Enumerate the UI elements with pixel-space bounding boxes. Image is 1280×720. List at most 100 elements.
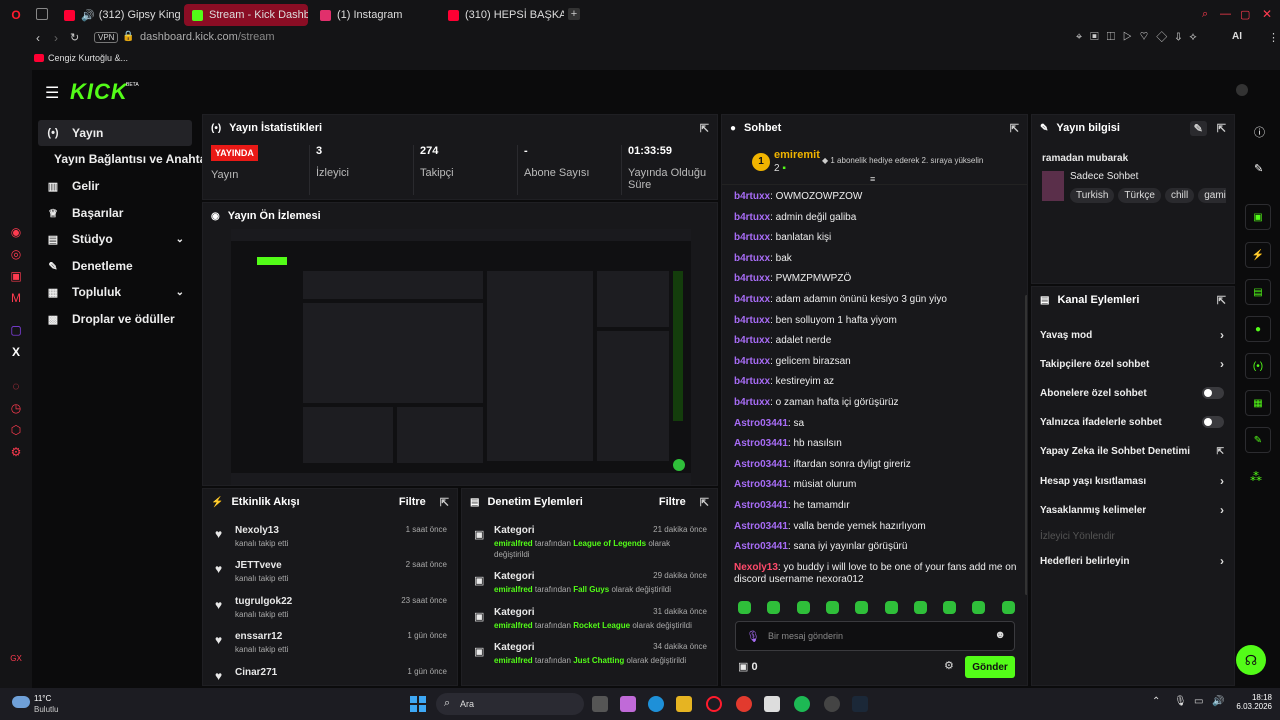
tag[interactable]: Turkish: [1070, 188, 1115, 203]
emote-icon[interactable]: [943, 601, 957, 614]
sidebar-app-icon[interactable]: ◉: [8, 224, 24, 240]
chat-username[interactable]: b4rtuxx: [734, 397, 770, 408]
sidebar-app-icon[interactable]: ⬡: [8, 422, 24, 438]
network-icon[interactable]: ▭: [1194, 696, 1203, 707]
tray-chevron-icon[interactable]: ⌃: [1152, 696, 1160, 707]
emote-icon[interactable]: [767, 601, 781, 614]
url-field[interactable]: dashboard.kick.com/stream: [140, 31, 275, 43]
popout-icon[interactable]: ⇱: [1217, 122, 1226, 135]
sidebar-app-icon[interactable]: ◎: [8, 246, 24, 262]
rail-broadcast-icon[interactable]: (•): [1245, 353, 1271, 379]
app-icon[interactable]: [824, 696, 840, 712]
edit-icon[interactable]: ✎: [1189, 120, 1207, 136]
emote-icon[interactable]: [855, 601, 869, 614]
chat-username[interactable]: Astro03441: [734, 479, 788, 490]
chat-username[interactable]: b4rtuxx: [734, 315, 770, 326]
send-button[interactable]: Gönder: [965, 656, 1015, 678]
clock-icon[interactable]: ◷: [8, 400, 24, 416]
twitch-icon[interactable]: ▢: [8, 322, 24, 338]
clock[interactable]: 18:18 6.03.2026: [1234, 693, 1272, 711]
popout-icon[interactable]: ⇱: [440, 496, 449, 509]
popout-icon[interactable]: ⇱: [1010, 122, 1019, 135]
action-goals[interactable]: Hedefleri belirleyin ›: [1040, 551, 1224, 571]
opera-gx-icon[interactable]: [706, 696, 722, 712]
chat-username[interactable]: Astro03441: [734, 541, 788, 552]
activity-user[interactable]: Nexoly13: [235, 525, 279, 536]
sidebar-app-icon[interactable]: ▣: [8, 268, 24, 284]
stream-preview-video[interactable]: [231, 229, 691, 485]
app-icon[interactable]: [620, 696, 636, 712]
nav-item-gelir[interactable]: ▥ Gelir: [38, 173, 192, 199]
mod-user[interactable]: emiralfred: [494, 585, 533, 594]
emote-icon[interactable]: [825, 601, 839, 614]
info-icon[interactable]: ⓘ: [1254, 124, 1265, 140]
stream-category[interactable]: Sadece Sohbet: [1070, 171, 1138, 182]
tag[interactable]: chill: [1164, 188, 1195, 203]
chat-username[interactable]: b4rtuxx: [734, 212, 770, 223]
activity-user[interactable]: Cinar271: [235, 667, 277, 678]
subs-only-toggle[interactable]: [1202, 387, 1224, 399]
taskbar-search[interactable]: ⌕ Ara: [436, 693, 584, 715]
edge-icon[interactable]: [648, 696, 664, 712]
rail-chat-icon[interactable]: ●: [1245, 316, 1271, 342]
mic-icon[interactable]: 🎙: [746, 630, 760, 643]
rail-wrench-icon[interactable]: ✎: [1245, 427, 1271, 453]
opera-logo-icon[interactable]: O: [8, 7, 24, 23]
chrome-icon[interactable]: [736, 696, 752, 712]
close-icon[interactable]: ✕: [1262, 7, 1272, 21]
hamburger-icon[interactable]: ☰: [45, 83, 59, 103]
action-banned-words[interactable]: Yasaklanmış kelimeler ›: [1040, 500, 1224, 520]
chat-username[interactable]: b4rtuxx: [734, 335, 770, 346]
edit-icon[interactable]: ✎: [1254, 162, 1263, 175]
pinned-user[interactable]: emiremit: [774, 149, 820, 161]
gx-icon[interactable]: GX: [8, 650, 24, 666]
emote-icon[interactable]: [1001, 601, 1015, 614]
chat-username[interactable]: b4rtuxx: [734, 253, 770, 264]
minimize-icon[interactable]: —: [1220, 8, 1231, 20]
explorer-icon[interactable]: [676, 696, 692, 712]
nav-item-yayin[interactable]: (•) Yayın: [38, 120, 192, 146]
chat-username[interactable]: Astro03441: [734, 459, 788, 470]
action-account-age[interactable]: Hesap yaşı kısıtlaması ›: [1040, 471, 1224, 491]
start-icon[interactable]: [410, 696, 426, 712]
store-icon[interactable]: [764, 696, 780, 712]
rail-clipboard-icon[interactable]: ▤: [1245, 279, 1271, 305]
reload-icon[interactable]: ↻: [70, 31, 79, 44]
points-indicator[interactable]: ▣ 0: [738, 660, 758, 673]
action-followers-only[interactable]: Takipçilere özel sohbet ›: [1040, 354, 1224, 374]
emote-icon[interactable]: [913, 601, 927, 614]
emotes-only-toggle[interactable]: [1202, 416, 1224, 428]
popout-icon[interactable]: ⇱: [700, 496, 709, 509]
chat-username[interactable]: b4rtuxx: [734, 232, 770, 243]
tag[interactable]: gami: [1198, 188, 1226, 203]
activity-user[interactable]: tugrulgok22: [235, 596, 292, 607]
nav-item-topluluk[interactable]: ▦ Topluluk ⌄: [38, 279, 192, 305]
bookmark-item[interactable]: Cengiz Kurtoğlu &...: [34, 53, 128, 63]
chat-username[interactable]: b4rtuxx: [734, 273, 770, 284]
rail-apps-icon[interactable]: ⁂: [1250, 470, 1262, 484]
chat-username[interactable]: b4rtuxx: [734, 294, 770, 305]
filter-button[interactable]: Filtre: [399, 496, 426, 508]
emote-icon[interactable]: [972, 601, 986, 614]
activity-user[interactable]: enssarr12: [235, 631, 282, 642]
tab-youtube-2[interactable]: (310) HEPSİ BAŞKADIR BU: [440, 4, 564, 26]
chat-settings-icon[interactable]: ⚙: [944, 659, 954, 672]
help-button[interactable]: ☊: [1236, 645, 1266, 675]
chat-username[interactable]: Astro03441: [734, 500, 788, 511]
mic-icon[interactable]: 🎙: [1174, 696, 1187, 707]
nav-item-studyo[interactable]: ▤ Stüdyo ⌄: [38, 226, 192, 252]
maximize-icon[interactable]: ▢: [1240, 8, 1250, 21]
chat-scrollbar[interactable]: [1025, 295, 1027, 595]
toolbar-icons[interactable]: ⌖▣◫▷♡◇⇩⟡: [1076, 31, 1205, 44]
emote-icon[interactable]: [884, 601, 898, 614]
tab-menu-icon[interactable]: [36, 8, 48, 20]
ai-button[interactable]: AI: [1232, 31, 1242, 42]
vpn-badge[interactable]: VPN: [94, 32, 119, 43]
chat-username[interactable]: Nexoly13: [734, 562, 778, 573]
chat-username[interactable]: b4rtuxx: [734, 191, 770, 202]
activity-user[interactable]: JETTveve: [235, 560, 282, 571]
settings-icon[interactable]: ⚙: [8, 444, 24, 460]
chat-username[interactable]: Astro03441: [734, 438, 788, 449]
rail-lightning-icon[interactable]: ⚡: [1245, 242, 1271, 268]
new-tab-button[interactable]: +: [568, 8, 580, 20]
